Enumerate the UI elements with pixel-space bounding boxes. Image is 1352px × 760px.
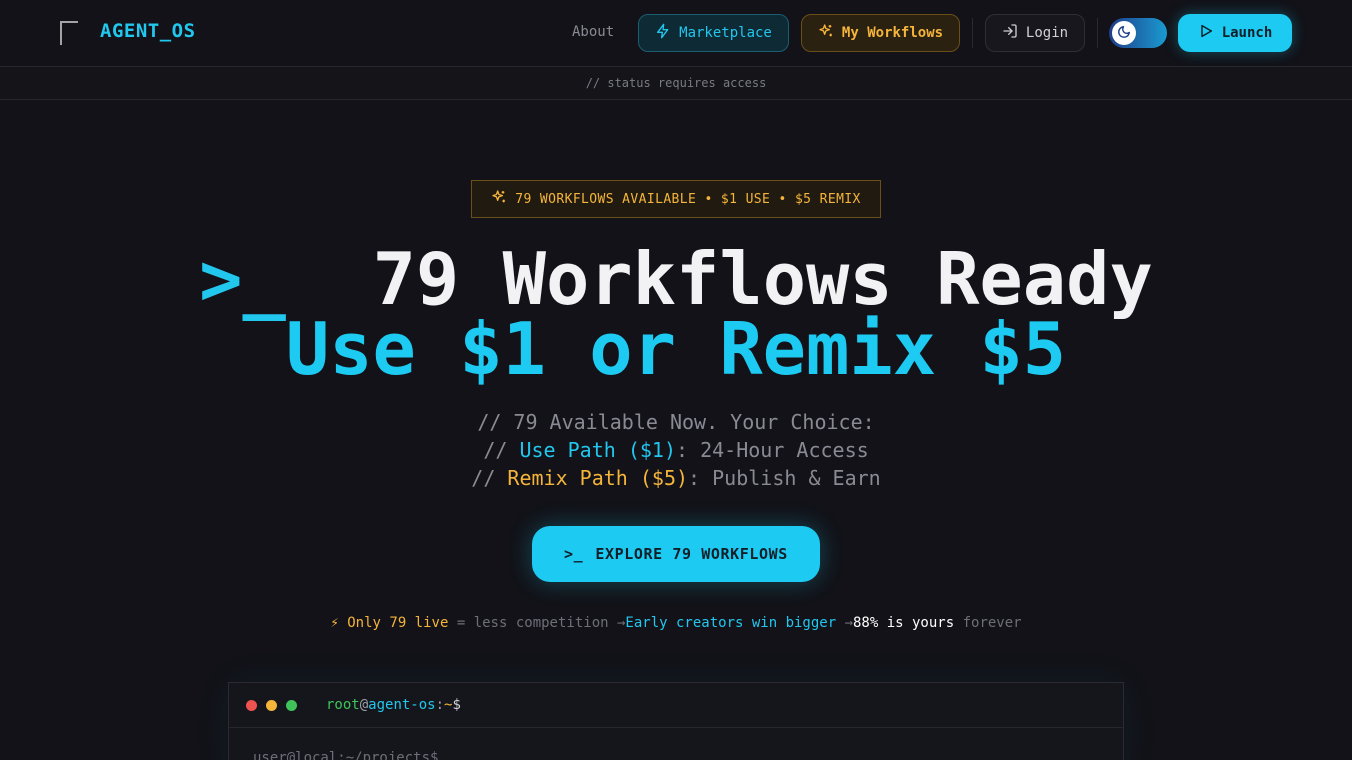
logo-text[interactable]: AGENT_OS xyxy=(100,20,196,42)
explore-workflows-label: EXPLORE 79 WORKFLOWS xyxy=(595,545,788,563)
tagline-part: Early creators win bigger xyxy=(625,615,837,631)
availability-badge: 79 WORKFLOWS AVAILABLE • $1 USE • $5 REM… xyxy=(471,180,881,218)
tagline-part: ⚡ Only 79 live xyxy=(330,615,449,631)
nav-divider xyxy=(972,18,973,48)
close-dot-icon xyxy=(246,699,257,711)
terminal-dollar: $ xyxy=(452,697,461,713)
login-button[interactable]: Login xyxy=(985,14,1085,52)
login-icon xyxy=(1002,23,1018,43)
line-prefix: // xyxy=(471,466,508,490)
maximize-dot-icon xyxy=(286,699,297,711)
explore-workflows-button[interactable]: >_ EXPLORE 79 WORKFLOWS xyxy=(532,526,820,582)
minimize-dot-icon xyxy=(266,699,277,711)
launch-button[interactable]: Launch xyxy=(1178,14,1292,52)
toggle-knob xyxy=(1112,21,1136,45)
marketplace-button[interactable]: Marketplace xyxy=(638,14,789,52)
terminal-at: @ xyxy=(359,697,369,713)
remix-path-highlight: Remix Path ($5) xyxy=(507,466,689,490)
terminal-window: root@agent-os:~$ user@local:~/projects$ xyxy=(228,682,1124,760)
top-nav: AGENT_OS About Marketplace My Workflows … xyxy=(0,0,1352,67)
login-label: Login xyxy=(1025,25,1069,41)
terminal-header: root@agent-os:~$ xyxy=(229,683,1123,728)
terminal-host: agent-os xyxy=(368,697,436,713)
line-prefix: // xyxy=(483,438,520,462)
theme-toggle[interactable] xyxy=(1109,18,1167,48)
sparkles-icon xyxy=(818,23,834,43)
terminal-icon: >_ xyxy=(564,545,584,563)
marketplace-label: Marketplace xyxy=(679,25,772,41)
moon-icon xyxy=(1117,24,1131,43)
tagline-part: → xyxy=(836,615,853,631)
status-bar: // status requires access xyxy=(0,67,1352,100)
my-workflows-label: My Workflows xyxy=(841,25,944,41)
hero-subtitle: Use $1 or Remix $5 xyxy=(285,307,1067,391)
hero-line-3: // Remix Path ($5): Publish & Earn xyxy=(0,466,1352,490)
terminal-prompt: root@agent-os:~$ xyxy=(326,697,461,713)
lightning-icon xyxy=(655,23,671,43)
tagline-part: forever xyxy=(954,615,1022,631)
hero-line-2: // Use Path ($1): 24-Hour Access xyxy=(0,438,1352,462)
my-workflows-button[interactable]: My Workflows xyxy=(801,14,960,52)
tagline: ⚡ Only 79 live = less competition →Early… xyxy=(0,615,1352,631)
tagline-part: 88% is yours xyxy=(853,615,955,631)
tagline-part: = less competition → xyxy=(448,615,626,631)
terminal-user: root xyxy=(326,697,360,713)
badge-text: 79 WORKFLOWS AVAILABLE • $1 USE • $5 REM… xyxy=(515,191,861,207)
logo-image[interactable] xyxy=(60,21,78,45)
line-rest: : 24-Hour Access xyxy=(676,438,869,462)
status-text: // status requires access xyxy=(585,76,767,90)
nav-divider xyxy=(1097,18,1098,48)
play-icon xyxy=(1198,23,1214,43)
hero-line-1: // 79 Available Now. Your Choice: xyxy=(477,410,875,434)
sparkles-icon xyxy=(491,189,507,209)
terminal-colon: : xyxy=(435,697,445,713)
terminal-body: user@local:~/projects$ xyxy=(253,750,439,760)
use-path-highlight: Use Path ($1) xyxy=(519,438,676,462)
nav-about-link[interactable]: About xyxy=(572,24,614,40)
launch-label: Launch xyxy=(1221,25,1273,41)
line-rest: : Publish & Earn xyxy=(688,466,881,490)
